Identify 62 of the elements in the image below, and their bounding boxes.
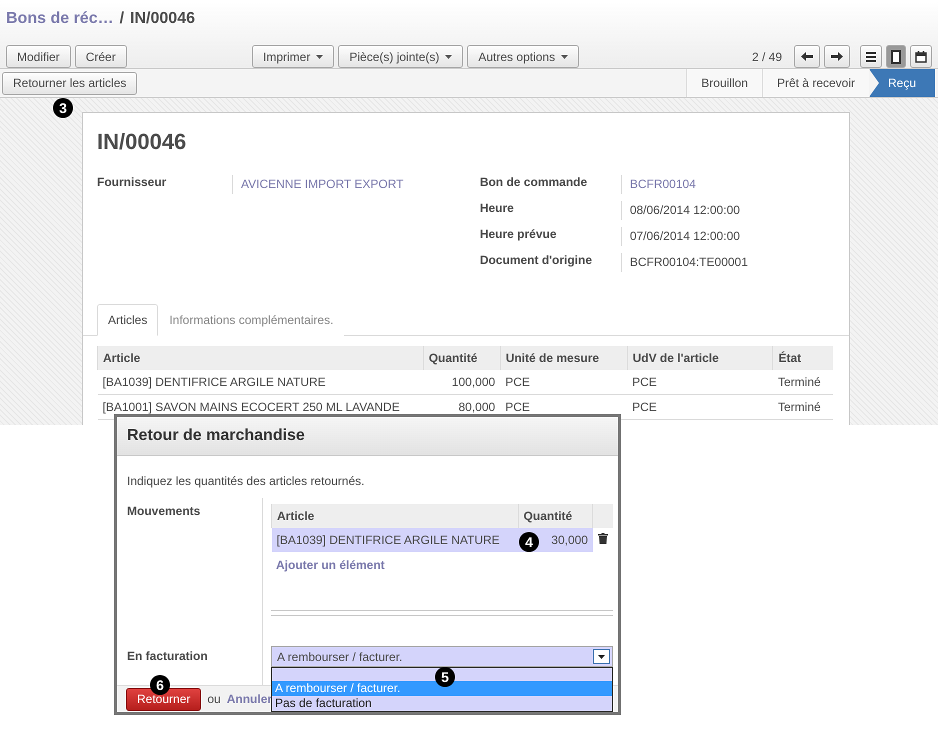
breadcrumb-current: IN/00046 xyxy=(130,10,195,28)
status-stage[interactable]: Reçu xyxy=(869,69,935,97)
field-label: Mouvements xyxy=(127,503,202,520)
instruction-text: Indiquez les quantités des articles retournés. xyxy=(127,474,366,488)
column-header: Article xyxy=(272,504,518,528)
column-header: Unité de mesure xyxy=(500,346,628,370)
table-cell: Terminé xyxy=(772,394,833,420)
table-cell: PCE xyxy=(627,370,773,394)
or-text: ou xyxy=(207,692,221,706)
table-cell: [BA1039] DENTIFRICE ARGILE NATURE xyxy=(272,528,518,552)
table-cell: PCE xyxy=(627,394,773,420)
field-value: 07/06/2014 12:00:00 xyxy=(620,227,835,246)
dropdown-button[interactable]: Imprimer xyxy=(252,45,334,68)
table-cell: PCE xyxy=(500,370,628,394)
callout-number: 6 xyxy=(150,675,170,695)
field-link[interactable]: AVICENNE IMPORT EXPORT xyxy=(232,175,480,194)
table-cell: [BA1039] DENTIFRICE ARGILE NATURE xyxy=(98,370,424,394)
next-button[interactable] xyxy=(824,45,850,68)
toolbar-button[interactable]: Créer xyxy=(74,45,127,68)
field-label: Bon de commande xyxy=(480,175,588,191)
add-item-link[interactable]: Ajouter un élément xyxy=(276,558,385,572)
calendar-icon xyxy=(915,50,927,62)
column-header: Quantité xyxy=(518,504,593,528)
tab[interactable]: Articles xyxy=(97,304,158,336)
field-label: Fournisseur xyxy=(97,175,168,191)
cancel-link[interactable]: Annuler xyxy=(226,692,272,706)
field-label: Document d'origine xyxy=(480,253,594,269)
page-icon xyxy=(891,50,901,64)
table-cell: Terminé xyxy=(772,370,833,394)
pager-text: 2 / 49 xyxy=(752,50,782,64)
trash-icon[interactable] xyxy=(598,533,608,544)
caret-icon xyxy=(445,54,452,58)
status-stage[interactable]: Brouillon xyxy=(686,69,762,97)
column-header: État xyxy=(772,346,833,370)
dropdown-button[interactable]: Autres options xyxy=(467,45,580,68)
breadcrumb-link[interactable]: Bons de réc… xyxy=(6,10,114,28)
column-header: Article xyxy=(98,346,424,370)
dialog-title: Retour de marchandise xyxy=(127,427,305,444)
field-label: Heure prévue xyxy=(480,227,558,243)
field-link[interactable]: BCFR00104 xyxy=(620,175,835,194)
record-title: IN/00046 xyxy=(97,129,188,155)
column-header: Quantité xyxy=(423,346,500,370)
return-articles-button[interactable]: Retourner les articles xyxy=(2,72,138,94)
list-icon xyxy=(865,52,877,62)
arrow-left-icon xyxy=(801,52,813,61)
previous-button[interactable] xyxy=(794,45,820,68)
column-header: UdV de l'article xyxy=(627,346,773,370)
arrow-right-icon xyxy=(831,52,843,61)
status-stage[interactable]: Prêt à recevoir xyxy=(762,69,869,97)
view-switch-button[interactable] xyxy=(886,45,906,68)
view-switch-button[interactable] xyxy=(910,45,932,68)
field-label: En facturation xyxy=(127,648,209,665)
caret-icon xyxy=(561,54,568,58)
field-value: 08/06/2014 12:00:00 xyxy=(620,201,835,220)
breadcrumb-separator: / xyxy=(120,10,124,28)
dropdown-button[interactable]: Pièce(s) jointe(s) xyxy=(338,45,464,68)
field-value: BCFR00104:TE00001 xyxy=(620,253,835,272)
toolbar-button[interactable]: Modifier xyxy=(6,45,71,68)
view-switch-button[interactable] xyxy=(860,45,882,68)
caret-icon xyxy=(316,54,324,58)
table-cell: 100,000 xyxy=(423,370,500,394)
field-label: Heure xyxy=(480,201,515,217)
